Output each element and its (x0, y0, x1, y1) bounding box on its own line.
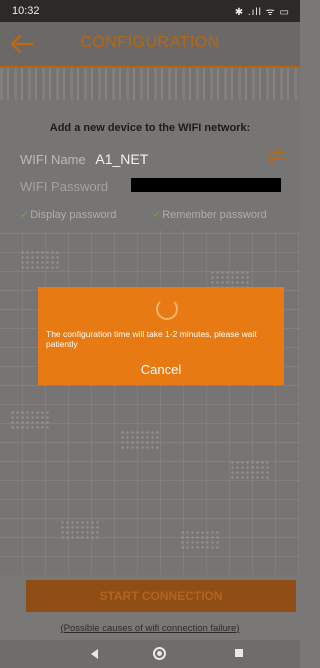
decorative-pattern (0, 68, 300, 100)
remember-password-label: Remember password (162, 209, 267, 221)
decorative-dots (120, 430, 160, 450)
system-nav-bar (0, 640, 300, 668)
page-title: CONFIGURATION (80, 34, 220, 51)
decorative-dots (10, 410, 50, 430)
configuration-dialog: The configuration time will take 1-2 min… (38, 287, 284, 385)
display-password-checkbox[interactable]: ✓Display password (20, 208, 116, 221)
wifi-name-row: WIFI Name A1_NET (20, 151, 148, 167)
circuit-background (0, 230, 300, 575)
wifi-password-field[interactable] (131, 178, 281, 192)
swap-network-button[interactable] (266, 146, 286, 166)
start-connection-button[interactable]: START CONNECTION (26, 580, 296, 612)
nav-recent-icon[interactable] (235, 649, 243, 657)
form-heading: Add a new device to the WIFI network: (49, 122, 251, 134)
swap-arrows-icon (267, 148, 285, 164)
status-bar: 10:32 ✱ .ıll ᯤ ▭ (0, 0, 300, 22)
dialog-message: The configuration time will take 1-2 min… (46, 329, 257, 349)
cancel-button[interactable]: Cancel (38, 362, 284, 377)
status-icons: ✱ .ıll ᯤ ▭ (234, 7, 290, 18)
failure-causes-link[interactable]: (Possible causes of wifi connection fail… (0, 623, 300, 634)
wifi-name-value[interactable]: A1_NET (95, 151, 148, 167)
wifi-password-label: WIFI Password (20, 179, 109, 194)
check-icon: ✓ (152, 209, 162, 221)
loading-spinner-icon (156, 298, 178, 320)
decorative-dots (60, 520, 100, 540)
nav-back-icon[interactable] (91, 649, 98, 659)
decorative-dots (180, 530, 220, 550)
decorative-dots (230, 460, 270, 480)
decorative-dots (20, 250, 60, 270)
check-icon: ✓ (20, 209, 30, 221)
remember-password-checkbox[interactable]: ✓Remember password (152, 208, 267, 221)
nav-home-icon[interactable] (153, 647, 166, 660)
wifi-form: Add a new device to the WIFI network: WI… (0, 100, 300, 230)
wifi-name-label: WIFI Name (20, 152, 86, 167)
header: CONFIGURATION (0, 22, 300, 68)
status-time: 10:32 (12, 5, 40, 17)
display-password-label: Display password (30, 209, 117, 221)
